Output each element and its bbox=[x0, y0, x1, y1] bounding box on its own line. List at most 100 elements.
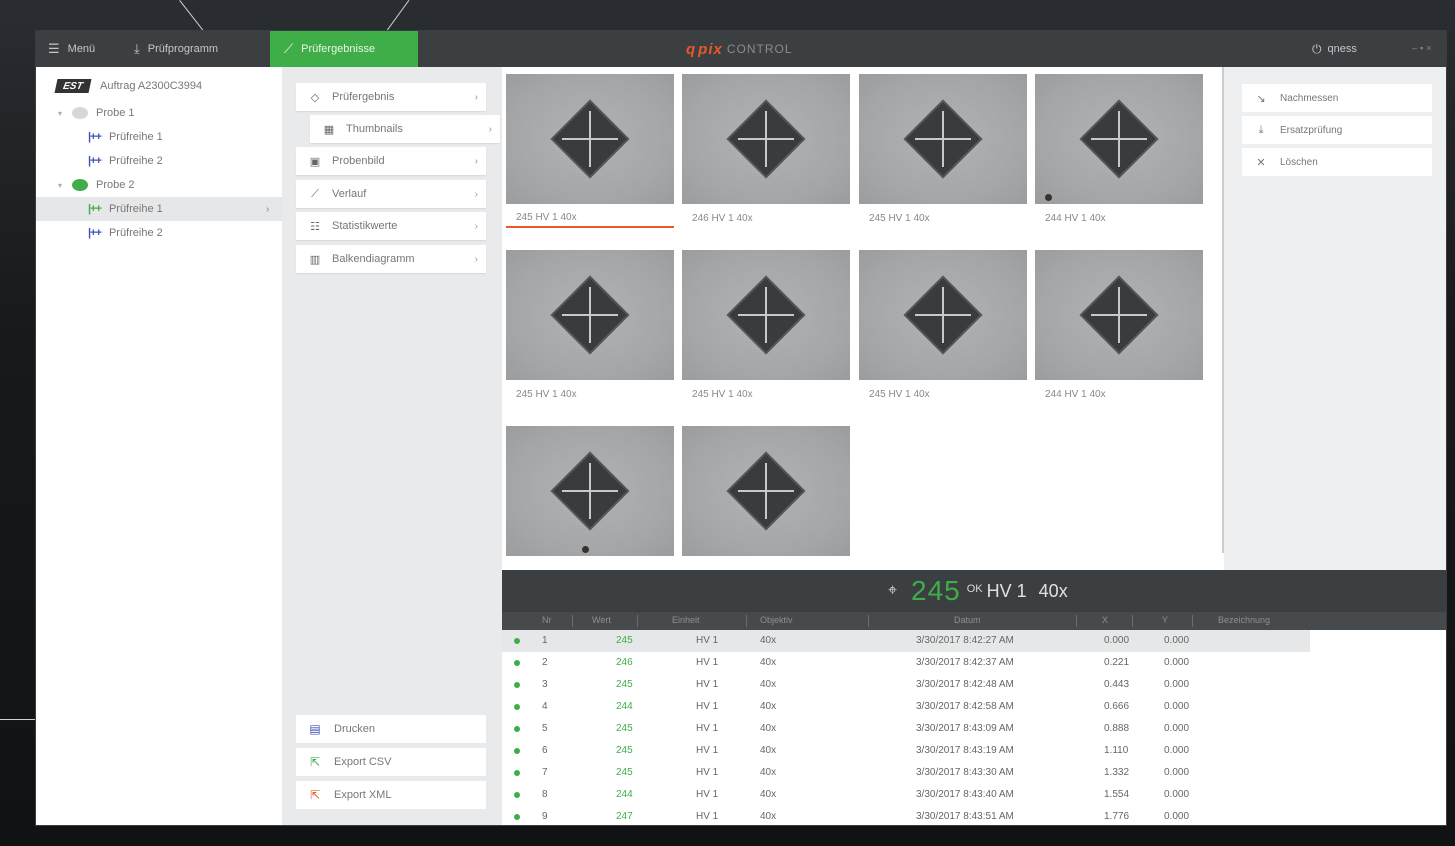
indentation-thumbnail[interactable] bbox=[859, 250, 1027, 380]
results-table-body: 1 245 HV 1 40x 3/30/2017 8:42:27 AM 0.000 0.00… bbox=[502, 630, 1446, 825]
menu-button[interactable]: ☰ Menü bbox=[36, 31, 120, 67]
table-row[interactable]: 3 245 HV 1 40x 3/30/2017 8:42:48 AM 0.443 0.00… bbox=[502, 674, 1446, 696]
table-cell-x: 0.443 bbox=[1104, 679, 1130, 690]
thumbnail-label: 245 HV 1 40x bbox=[692, 388, 753, 400]
table-cell-x: 0.221 bbox=[1104, 657, 1130, 668]
export-csv-button[interactable]: ⇱ Export CSV bbox=[296, 748, 486, 776]
window-controls[interactable]: –▪× bbox=[1412, 43, 1434, 53]
result-status: OK bbox=[966, 583, 983, 595]
chevron-right-icon: › bbox=[474, 155, 478, 167]
indentation-thumbnail[interactable] bbox=[682, 74, 850, 204]
tab-pruefergebnisse[interactable]: ⟋ Prüfergebnisse bbox=[270, 31, 418, 67]
nav-statistikwerte[interactable]: ☷ Statistikwerte › bbox=[296, 212, 486, 240]
nav-balkendiagramm[interactable]: ▥ Balkendiagramm › bbox=[296, 245, 486, 273]
nav-pruefergebnis[interactable]: ◇ Prüfergebnis › bbox=[296, 83, 486, 111]
column-header-bezeichnung[interactable]: Bezeichnung bbox=[1218, 615, 1270, 625]
hamburger-icon: ☰ bbox=[48, 41, 60, 56]
table-cell-x: 0.000 bbox=[1104, 635, 1130, 646]
print-button[interactable]: ▤ Drucken bbox=[296, 715, 486, 743]
nav-probenbild[interactable]: ▣ Probenbild › bbox=[296, 147, 486, 175]
table-row[interactable]: 6 245 HV 1 40x 3/30/2017 8:43:19 AM 1.110 0.00… bbox=[502, 740, 1446, 762]
column-header-einheit[interactable]: Einheit bbox=[672, 615, 700, 625]
column-separator bbox=[1076, 615, 1077, 627]
crosshair-line bbox=[1118, 111, 1120, 167]
tree-item-probe-2[interactable]: ▾ Probe 2 bbox=[36, 173, 282, 197]
indentation-thumbnail[interactable] bbox=[859, 74, 1027, 204]
indentation-thumbnail[interactable] bbox=[506, 250, 674, 380]
chevron-right-icon: › bbox=[474, 253, 478, 265]
table-cell-einheit: HV 1 bbox=[696, 657, 719, 668]
column-header-objektiv[interactable]: Objektiv bbox=[760, 615, 793, 625]
thumbnail-label: 245 HV 1 40x bbox=[516, 388, 577, 400]
table-cell-y: 0.000 bbox=[1164, 745, 1190, 756]
nav-thumbnails[interactable]: ▦ Thumbnails › bbox=[310, 115, 500, 143]
tree-item-label: Probe 2 bbox=[96, 179, 135, 191]
table-cell-wert: 247 bbox=[616, 811, 633, 822]
probe-icon bbox=[72, 107, 88, 119]
table-row[interactable]: 2 246 HV 1 40x 3/30/2017 8:42:37 AM 0.221 0.00… bbox=[502, 652, 1446, 674]
menu-label: Menü bbox=[67, 43, 96, 55]
table-cell-wert: 245 bbox=[616, 767, 633, 778]
expand-icon: ▾ bbox=[58, 180, 63, 190]
table-row[interactable]: 4 244 HV 1 40x 3/30/2017 8:42:58 AM 0.666 0.00… bbox=[502, 696, 1446, 718]
column-header-wert[interactable]: Wert bbox=[592, 615, 611, 625]
column-separator bbox=[1192, 615, 1193, 627]
table-cell-objektiv: 40x bbox=[760, 701, 777, 712]
crosshair-line bbox=[765, 111, 767, 167]
tree-item-probe-1[interactable]: ▾ Probe 1 bbox=[36, 101, 282, 125]
crosshair-line bbox=[589, 287, 591, 343]
column-header-x[interactable]: X bbox=[1102, 615, 1108, 625]
nav-verlauf[interactable]: ⟋ Verlauf › bbox=[296, 180, 486, 208]
nav-label: Statistikwerte bbox=[332, 220, 398, 232]
table-row[interactable]: 5 245 HV 1 40x 3/30/2017 8:43:09 AM 0.888 0.00… bbox=[502, 718, 1446, 740]
table-cell-objektiv: 40x bbox=[760, 723, 777, 734]
loeschen-button[interactable]: ✕ Löschen bbox=[1242, 148, 1432, 176]
status-dot bbox=[514, 638, 520, 644]
table-cell-einheit: HV 1 bbox=[696, 635, 719, 646]
indentation-thumbnail[interactable] bbox=[1035, 250, 1203, 380]
result-summary: ⌖ 245 OK HV 1 40x bbox=[502, 570, 1446, 612]
table-cell-datum: 3/30/2017 8:43:30 AM bbox=[916, 767, 1014, 778]
table-cell-y: 0.000 bbox=[1164, 657, 1190, 668]
app-screen: ☰ Menü ⤓ Prüfprogramm ⟋ Prüfergebnisse q… bbox=[36, 31, 1446, 825]
export-xml-button[interactable]: ⇱ Export XML bbox=[296, 781, 486, 809]
column-separator bbox=[868, 615, 869, 627]
table-cell-nr: 2 bbox=[542, 657, 548, 668]
thumbnail-label: 245 HV 1 40x bbox=[869, 388, 930, 400]
table-row[interactable]: 8 244 HV 1 40x 3/30/2017 8:43:40 AM 1.554 0.00… bbox=[502, 784, 1446, 806]
table-row[interactable]: 7 245 HV 1 40x 3/30/2017 8:43:30 AM 1.332 0.00… bbox=[502, 762, 1446, 784]
chevron-right-icon: › bbox=[474, 91, 478, 103]
table-cell-objektiv: 40x bbox=[760, 657, 777, 668]
chevron-right-icon: › bbox=[474, 220, 478, 232]
ersatzpruefung-button[interactable]: ⤓ Ersatzprüfung bbox=[1242, 116, 1432, 144]
tree-item-probe-2-reihe-1[interactable]: |++ Prüfreihe 1 › bbox=[36, 197, 282, 221]
table-cell-nr: 7 bbox=[542, 767, 548, 778]
nachmessen-button[interactable]: ↘ Nachmessen bbox=[1242, 84, 1432, 112]
table-cell-nr: 3 bbox=[542, 679, 548, 690]
table-cell-einheit: HV 1 bbox=[696, 789, 719, 800]
user-menu[interactable]: ⏻ qness bbox=[1312, 31, 1357, 67]
table-row[interactable]: 9 247 HV 1 40x 3/30/2017 8:43:51 AM 1.776 0.00… bbox=[502, 806, 1446, 825]
table-cell-datum: 3/30/2017 8:42:27 AM bbox=[916, 635, 1014, 646]
column-header-nr[interactable]: Nr bbox=[542, 615, 552, 625]
column-header-y[interactable]: Y bbox=[1162, 615, 1168, 625]
thumbnail-label: 245 HV 1 40x bbox=[506, 208, 674, 228]
status-dot bbox=[514, 814, 520, 820]
tree-item-label: Prüfreihe 1 bbox=[108, 203, 163, 215]
tab-pruefprogramm[interactable]: ⤓ Prüfprogramm bbox=[120, 31, 270, 67]
crosshair-line bbox=[589, 463, 591, 519]
table-cell-y: 0.000 bbox=[1164, 789, 1190, 800]
table-row[interactable]: 1 245 HV 1 40x 3/30/2017 8:42:27 AM 0.000 0.00… bbox=[502, 630, 1310, 652]
indentation-thumbnail[interactable] bbox=[506, 426, 674, 556]
nav-label: Probenbild bbox=[332, 155, 385, 167]
tree-item-probe-1-reihe-1[interactable]: |++ Prüfreihe 1 bbox=[36, 125, 282, 149]
column-header-datum[interactable]: Datum bbox=[954, 615, 981, 625]
order-row[interactable]: EST Auftrag A2300C3994 bbox=[36, 75, 282, 97]
indentation-thumbnail[interactable] bbox=[682, 250, 850, 380]
tree-item-probe-2-reihe-2[interactable]: |++ Prüfreihe 2 bbox=[36, 221, 282, 245]
indentation-thumbnail[interactable] bbox=[682, 426, 850, 556]
indentation-thumbnail[interactable] bbox=[1035, 74, 1203, 204]
tree-item-probe-1-reihe-2[interactable]: |++ Prüfreihe 2 bbox=[36, 149, 282, 173]
column-separator bbox=[572, 615, 573, 627]
indentation-thumbnail[interactable] bbox=[506, 74, 674, 204]
